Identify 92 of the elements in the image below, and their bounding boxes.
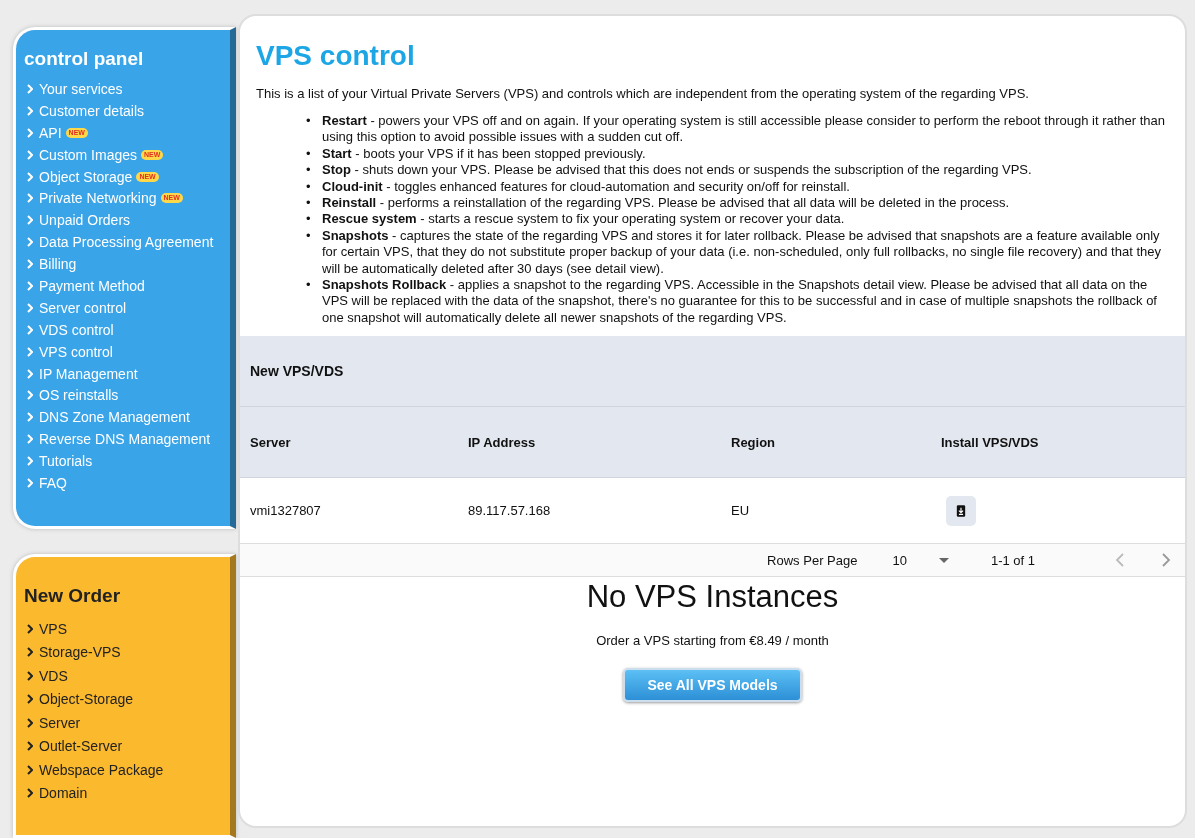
column-header: IP Address <box>468 434 537 450</box>
sidebar-link[interactable]: API <box>39 124 62 141</box>
install-button[interactable] <box>946 495 976 526</box>
sidebar-link[interactable]: Domain <box>39 785 88 802</box>
bullet-marker: • <box>306 178 312 196</box>
sidebar-link[interactable]: Private Networking <box>39 190 157 207</box>
bullet-text: Stop - shuts down your VPS. Please be advised that this does not ends or suspends the subscription of the regarding VPS. <box>322 162 1032 179</box>
bullet-text: Rescue system - starts a rescue system to fix your operating system or recover your data. <box>322 211 845 228</box>
sidebar-link[interactable]: Server control <box>39 299 127 316</box>
empty-state-title: No VPS Instances <box>586 579 839 616</box>
chevron-icon <box>27 477 33 488</box>
sidebar-link[interactable]: Customer details <box>39 102 145 119</box>
chevron-icon <box>27 434 33 445</box>
sidebar-link[interactable]: Storage-VPS <box>39 644 121 661</box>
see-models-button[interactable]: See All VPS Models <box>623 668 802 703</box>
sidebar-link[interactable]: Data Processing Agreement <box>39 234 214 251</box>
bullet-text: Snapshots - captures the state of the regarding VPS and stores it for later rollback. Please be advised that snapshots are a feature available only for certain VPS, that they do not substitute proper backup of your data (i.e. non-scheduled, only full rollbacks, no single file recovery) and that they will be automatically deleted after 30 days (see detail view). <box>322 227 1162 278</box>
table-cell-text: 89.117.57.168 <box>468 503 552 519</box>
sidebar-link[interactable]: VPS control <box>39 343 113 360</box>
empty-state-text: Order a VPS starting from €8.49 / month <box>596 633 829 649</box>
chevron-icon <box>27 83 33 94</box>
bullet-text: Start - boots your VPS if it has been stopped previously. <box>322 145 646 163</box>
sidebar-link[interactable]: Reverse DNS Management <box>39 431 211 448</box>
bullet-text: Reinstall - performs a reinstallation of the regarding VPS. Please be advised that all data will be deleted in the process. <box>322 195 1010 212</box>
panel-title: New Order <box>24 585 122 607</box>
sidebar-link[interactable]: Object-Storage <box>39 691 134 708</box>
sidebar-link[interactable]: Object Storage <box>39 168 133 185</box>
sidebar-link[interactable]: DNS Zone Management <box>39 409 190 426</box>
rows-per-page-select[interactable]: 10 <box>892 552 907 568</box>
bullet-marker: • <box>306 162 312 179</box>
next-page-icon[interactable] <box>1161 552 1171 569</box>
chevron-icon <box>27 302 33 313</box>
chevron-icon <box>27 346 33 357</box>
chevron-icon <box>27 764 33 775</box>
chevron-icon <box>27 647 33 658</box>
bullet-text: Restart - powers your VPS off and on again. If your operating system is still accessible please consider to perform the reboot through it rather than using this option to avoid possible issues with a sudden cut off. <box>322 113 1167 146</box>
chevron-icon <box>27 390 33 401</box>
chevron-icon <box>27 717 33 728</box>
sidebar-link[interactable]: VDS control <box>39 321 114 338</box>
sidebar-link[interactable]: OS reinstalls <box>39 387 119 404</box>
sidebar-link[interactable]: VPS <box>39 620 67 637</box>
chevron-icon <box>27 149 33 160</box>
bullet-marker: • <box>306 277 312 295</box>
chevron-icon <box>27 456 33 467</box>
chevron-icon <box>27 623 33 634</box>
table-cell-text: EU <box>731 503 751 519</box>
chevron-icon <box>27 127 33 138</box>
table-title: New VPS/VDS <box>250 363 344 380</box>
rows-per-page-label: Rows Per Page <box>767 552 858 568</box>
chevron-icon <box>27 788 33 799</box>
chevron-icon <box>27 670 33 681</box>
page-title: VPS control <box>256 40 416 72</box>
bullet-marker: • <box>306 211 312 228</box>
chevron-icon <box>27 280 33 291</box>
sidebar-link[interactable]: IP Management <box>39 365 138 382</box>
column-header: Server <box>250 434 292 450</box>
bullet-marker: • <box>306 195 312 212</box>
chevron-icon <box>27 368 33 379</box>
sidebar-link[interactable]: Outlet-Server <box>39 738 123 755</box>
chevron-icon <box>27 215 33 226</box>
table-cell-text: vmi1327807 <box>250 503 322 519</box>
column-header: Install VPS/VDS <box>941 434 1039 450</box>
chevron-icon <box>27 324 33 335</box>
chevron-icon <box>27 259 33 270</box>
download-icon <box>956 503 966 518</box>
sidebar-link[interactable]: FAQ <box>39 474 67 491</box>
sidebar-link[interactable]: Payment Method <box>39 277 145 294</box>
bullet-text: Cloud-init - toggles enhanced features for cloud-automation and security on/off for reinstall. <box>322 178 850 196</box>
caret-icon[interactable] <box>938 557 949 563</box>
panel-title: control panel <box>24 48 145 70</box>
sidebar-link[interactable]: Webspace Package <box>39 761 164 778</box>
chevron-icon <box>27 105 33 116</box>
sidebar-link[interactable]: Billing <box>39 256 77 273</box>
bullet-marker: • <box>306 227 312 245</box>
page-range: 1-1 of 1 <box>990 552 1035 568</box>
chevron-icon <box>27 741 33 752</box>
chevron-icon <box>27 171 33 182</box>
sidebar-link[interactable]: Unpaid Orders <box>39 212 131 229</box>
chevron-icon <box>27 237 33 248</box>
bullet-marker: • <box>306 145 312 163</box>
sidebar-link[interactable]: Custom Images <box>39 146 138 163</box>
chevron-icon <box>27 694 33 705</box>
chevron-icon <box>27 412 33 423</box>
column-header: Region <box>731 434 777 450</box>
sidebar-link[interactable]: Your services <box>39 80 123 97</box>
sidebar-link[interactable]: Tutorials <box>39 453 93 470</box>
bullet-text: Snapshots Rollback - applies a snapshot to the regarding VPS. Accessible in the Snapshots detail view. Please be advised that all data on the VPS will be replaced with the data of the snapshot, there's no guarantee for this to be successful and in case of multiple snapshots the rollback of one snapshot will automatically delete all newer snapshots of the regarding VPS. <box>322 277 1158 327</box>
chevron-icon <box>27 193 33 204</box>
intro-text: This is a list of your Virtual Private Servers (VPS) and controls which are independent from the operating system of the regarding VPS. <box>256 86 1030 101</box>
sidebar-link[interactable]: Server <box>39 714 81 731</box>
bullet-marker: • <box>306 113 312 130</box>
sidebar-link[interactable]: VDS <box>39 667 68 684</box>
